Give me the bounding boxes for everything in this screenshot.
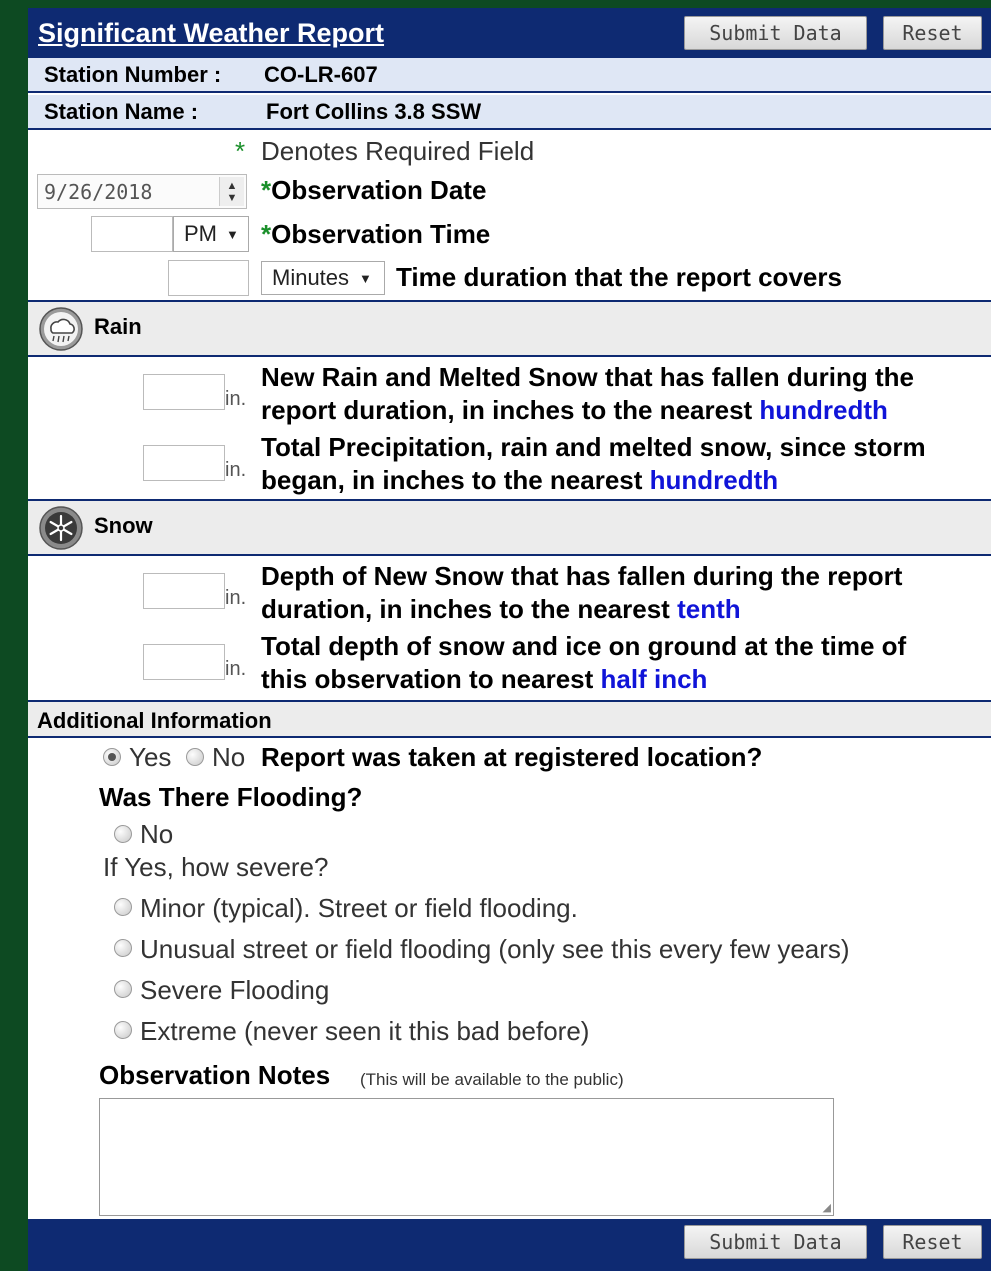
location-yes-label: Yes <box>129 742 172 772</box>
notes-label: Observation Notes <box>99 1060 331 1090</box>
notes-textarea[interactable]: ◢ <box>99 1098 834 1216</box>
total-precip-label: Total Precipitation, rain and melted sno… <box>261 432 926 495</box>
total-depth-input[interactable] <box>143 644 225 680</box>
flooding-question: Was There Flooding? <box>99 782 363 812</box>
severity-severe-label: Severe Flooding <box>140 975 330 1005</box>
additional-info-header: Additional Information <box>28 700 991 738</box>
new-rain-label: New Rain and Melted Snow that has fallen… <box>261 362 914 425</box>
snowflake-icon <box>38 505 84 551</box>
rain-cloud-icon <box>38 306 84 352</box>
location-no-label: No <box>212 742 246 772</box>
total-depth-unit: in. <box>225 658 247 680</box>
report-form: Significant Weather Report Submit Data R… <box>28 8 991 1271</box>
duration-label: Time duration that the report covers <box>396 262 842 292</box>
severity-unusual-label: Unusual street or field flooding (only s… <box>140 934 850 964</box>
station-number-label: Station Number : <box>44 62 222 87</box>
additional-info-label: Additional Information <box>37 708 272 733</box>
station-name-value: Fort Collins 3.8 SSW <box>266 99 482 124</box>
station-name-label: Station Name : <box>44 99 199 124</box>
total-precip-unit: in. <box>225 459 247 481</box>
required-note: Denotes Required Field <box>261 136 535 166</box>
tenth-link[interactable]: tenth <box>677 594 741 624</box>
observation-time-label: *Observation Time <box>261 219 491 249</box>
hundredth-link[interactable]: hundredth <box>759 395 888 425</box>
snow-section-header: Snow <box>28 499 991 556</box>
new-snow-unit: in. <box>225 587 247 609</box>
new-rain-unit: in. <box>225 388 247 410</box>
submit-button-top[interactable]: Submit Data <box>684 16 867 50</box>
severity-unusual-radio[interactable] <box>114 939 132 957</box>
flooding-no-radio[interactable] <box>114 825 132 843</box>
form-header: Significant Weather Report Submit Data R… <box>28 8 991 58</box>
location-yes-radio[interactable] <box>103 748 121 766</box>
ampm-select[interactable]: PM ▼ <box>173 216 249 252</box>
location-question: Report was taken at registered location? <box>261 742 763 772</box>
ampm-selected: PM <box>184 221 217 246</box>
station-number-row: Station Number : CO-LR-607 <box>28 58 991 93</box>
observation-date-value: 9/26/2018 <box>44 180 153 204</box>
severity-severe-radio[interactable] <box>114 980 132 998</box>
form-footer: Submit Data Reset <box>28 1219 991 1271</box>
required-star: * <box>235 136 246 166</box>
date-spinner-icon[interactable]: ▲ ▼ <box>219 177 244 206</box>
severity-minor-radio[interactable] <box>114 898 132 916</box>
station-name-row: Station Name : Fort Collins 3.8 SSW <box>28 95 991 130</box>
chevron-down-icon: ▼ <box>359 270 372 286</box>
location-no-radio[interactable] <box>186 748 204 766</box>
reset-button-top[interactable]: Reset <box>883 16 982 50</box>
rain-section-header: Rain <box>28 300 991 357</box>
rain-section-label: Rain <box>94 314 142 339</box>
total-precip-input[interactable] <box>143 445 225 481</box>
severity-prompt: If Yes, how severe? <box>103 852 329 882</box>
duration-unit-select[interactable]: Minutes ▼ <box>261 261 385 295</box>
total-depth-label: Total depth of snow and ice on ground at… <box>261 631 907 694</box>
half-inch-link[interactable]: half inch <box>601 664 708 694</box>
form-title-link[interactable]: Significant Weather Report <box>38 18 384 49</box>
observation-date-field[interactable]: 9/26/2018 ▲ ▼ <box>37 174 247 209</box>
severity-extreme-radio[interactable] <box>114 1021 132 1039</box>
new-rain-input[interactable] <box>143 374 225 410</box>
reset-button-bottom[interactable]: Reset <box>883 1225 982 1259</box>
hundredth-link[interactable]: hundredth <box>650 465 779 495</box>
station-number-value: CO-LR-607 <box>264 62 378 87</box>
severity-minor-label: Minor (typical). Street or field floodin… <box>140 893 578 923</box>
observation-date-label: *Observation Date <box>261 175 487 205</box>
resize-handle-icon[interactable]: ◢ <box>823 1201 831 1214</box>
submit-button-bottom[interactable]: Submit Data <box>684 1225 867 1259</box>
new-snow-label: Depth of New Snow that has fallen during… <box>261 561 903 624</box>
duration-unit-selected: Minutes <box>272 265 350 290</box>
duration-input[interactable] <box>168 260 249 296</box>
chevron-down-icon: ▼ <box>226 226 239 242</box>
snow-section-label: Snow <box>94 513 153 538</box>
flooding-no-label: No <box>140 819 174 849</box>
new-snow-input[interactable] <box>143 573 225 609</box>
observation-time-input[interactable] <box>91 216 173 252</box>
notes-hint: (This will be available to the public) <box>360 1070 624 1089</box>
severity-extreme-label: Extreme (never seen it this bad before) <box>140 1016 590 1046</box>
